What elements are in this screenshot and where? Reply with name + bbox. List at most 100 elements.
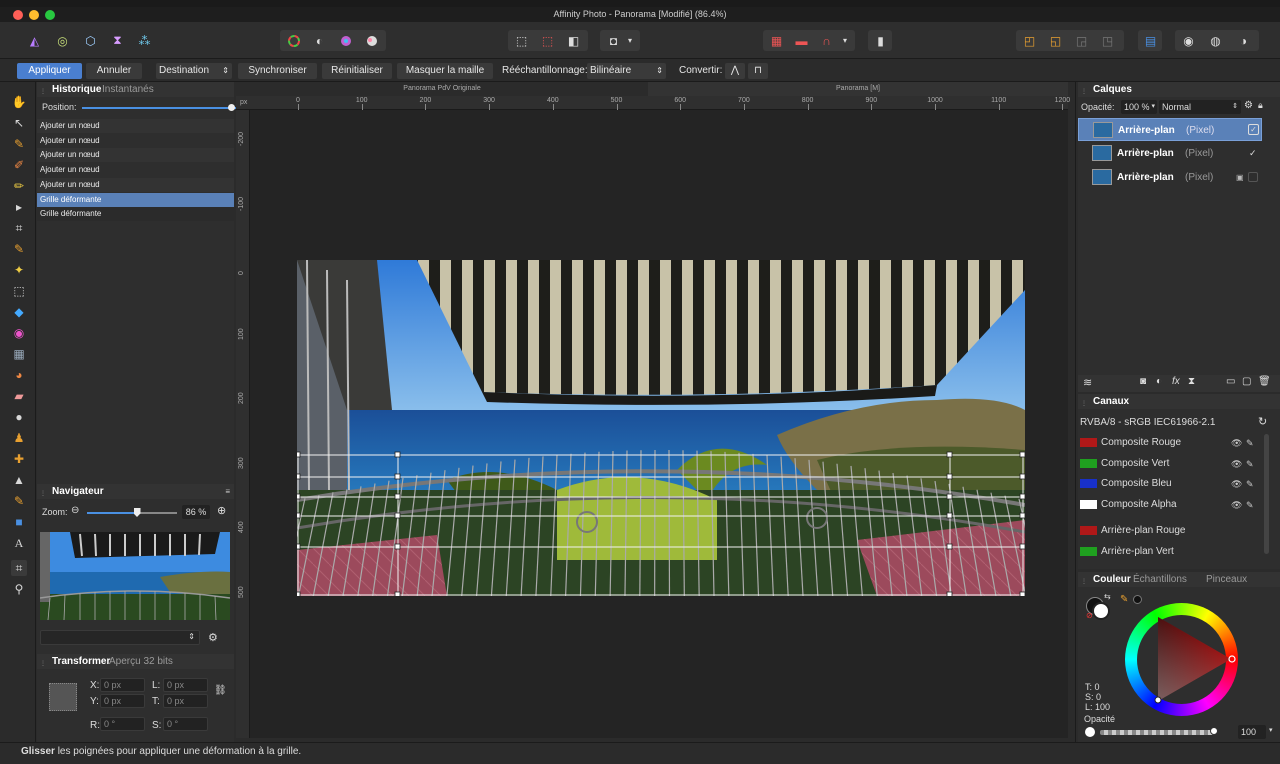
new-layer-icon[interactable]: ▢ bbox=[1242, 376, 1251, 387]
chevron-down-icon[interactable]: ▾ bbox=[839, 31, 851, 50]
history-item[interactable]: Ajouter un nœud bbox=[37, 148, 234, 162]
tab-brushes[interactable]: Pinceaux bbox=[1206, 572, 1247, 587]
selection-brush-tool-icon[interactable]: ✎ bbox=[11, 241, 27, 257]
color-picker-tool-icon[interactable]: ✎ bbox=[11, 136, 27, 152]
tab-snapshots[interactable]: Instantanés bbox=[102, 82, 154, 97]
text-tool-icon[interactable]: A bbox=[11, 535, 27, 551]
paint-brush-tool-icon[interactable]: ✐ bbox=[11, 157, 27, 173]
tab-history[interactable]: Historique bbox=[52, 82, 101, 97]
panorama-image[interactable] bbox=[297, 260, 1025, 596]
layer-visibility-checkbox[interactable] bbox=[1248, 172, 1258, 182]
color-wheel-icon[interactable] bbox=[283, 31, 304, 50]
export-persona-icon[interactable]: ⁂ bbox=[134, 31, 155, 50]
edit-channel-icon[interactable]: ✎ bbox=[1246, 434, 1254, 452]
zoom-blur-tool-icon[interactable]: ● bbox=[11, 409, 27, 425]
mesh-node-handle[interactable] bbox=[1019, 451, 1025, 458]
mesh-node-handle[interactable] bbox=[394, 512, 401, 519]
crop-tool-icon[interactable]: ⌗ bbox=[11, 220, 27, 236]
edit-channel-icon[interactable]: ✎ bbox=[1246, 455, 1254, 473]
move-tool-icon[interactable]: ↖ bbox=[11, 115, 27, 131]
rotation-field[interactable]: 0 ° bbox=[100, 717, 145, 731]
mesh-node-handle[interactable] bbox=[946, 493, 953, 500]
grid-icon[interactable]: ▦ bbox=[766, 31, 787, 50]
tab-modified-view[interactable]: Panorama [M] bbox=[648, 82, 1068, 96]
lock-icon[interactable]: 🔒︎ bbox=[1258, 100, 1263, 111]
convert-sharp-icon[interactable]: ⊓ bbox=[748, 63, 768, 79]
history-item[interactable]: Ajouter un nœud bbox=[37, 119, 234, 133]
tab-color[interactable]: Couleur bbox=[1093, 572, 1131, 587]
channel-row[interactable]: Composite Rouge 👁︎ ✎ bbox=[1080, 434, 1265, 452]
panel-menu-icon[interactable]: ≡ bbox=[225, 484, 230, 499]
levels-icon[interactable]: ◐ bbox=[309, 31, 330, 50]
layer-row[interactable]: Arrière-plan (Pixel) ✓ bbox=[1078, 142, 1262, 165]
photo-persona-icon[interactable]: ◭ bbox=[24, 31, 45, 50]
mesh-node-handle[interactable] bbox=[946, 591, 953, 596]
blend-mode-dropdown[interactable]: Normal ⇕ bbox=[1159, 100, 1241, 114]
refresh-icon[interactable]: ↻ bbox=[1258, 415, 1267, 428]
layer-row[interactable]: Arrière-plan (Pixel) ▣ bbox=[1078, 166, 1262, 189]
layer-visibility-checkbox[interactable]: ✓ bbox=[1249, 142, 1257, 165]
channel-row[interactable]: Arrière-plan Vert bbox=[1080, 543, 1265, 561]
no-fill-icon[interactable]: ⊘ bbox=[1086, 611, 1093, 620]
mesh-node-handle[interactable] bbox=[946, 473, 953, 480]
hourglass-icon[interactable]: ⧗ bbox=[1188, 376, 1195, 387]
mesh-node-handle[interactable] bbox=[946, 543, 953, 550]
lock-icon[interactable]: ▣ bbox=[1236, 166, 1244, 189]
gear-icon[interactable]: ⚙ bbox=[208, 631, 218, 644]
history-item-selected[interactable]: Grille déformante bbox=[37, 193, 234, 207]
mesh-node-handle[interactable] bbox=[1019, 493, 1025, 500]
navigator-view-dropdown[interactable]: ⇕ bbox=[40, 630, 200, 645]
mesh-node-handle[interactable] bbox=[394, 591, 401, 596]
navigator-preview[interactable] bbox=[40, 532, 230, 620]
marquee-tool-icon[interactable]: ⬚ bbox=[11, 283, 27, 299]
mesh-node-handle[interactable] bbox=[297, 591, 301, 596]
channel-row[interactable]: Arrière-plan Rouge bbox=[1080, 522, 1265, 540]
resampling-dropdown[interactable]: Bilinéaire ⇕ bbox=[587, 63, 666, 79]
white-balance-icon[interactable] bbox=[361, 31, 382, 50]
liquify-persona-icon[interactable]: ◎ bbox=[52, 31, 73, 50]
reset-button[interactable]: Réinitialiser bbox=[322, 63, 392, 79]
zoom-in-icon[interactable]: ⊕ bbox=[217, 504, 226, 517]
zoom-out-icon[interactable]: ⊖ bbox=[71, 505, 79, 516]
chevron-down-icon[interactable]: ▾ bbox=[1269, 726, 1273, 734]
zoom-window-button[interactable] bbox=[45, 10, 55, 20]
eraser-tool-icon[interactable]: ▰ bbox=[11, 388, 27, 404]
history-item[interactable]: Grille déformante bbox=[37, 207, 234, 221]
trash-icon[interactable]: 🗑︎ bbox=[1258, 376, 1271, 387]
pen-tool-icon[interactable]: ▸ bbox=[11, 199, 27, 215]
move-to-front-icon[interactable]: ◳ bbox=[1097, 31, 1118, 50]
history-position-slider[interactable] bbox=[82, 107, 242, 109]
opacity-field[interactable]: 100 % bbox=[1238, 725, 1266, 751]
cancel-button[interactable]: Annuler bbox=[86, 63, 142, 79]
mesh-node-handle[interactable] bbox=[297, 451, 301, 458]
mesh-node-handle[interactable] bbox=[1019, 473, 1025, 480]
live-filter-icon[interactable]: fx bbox=[1172, 376, 1180, 387]
mesh-node-handle[interactable] bbox=[394, 473, 401, 480]
synchronize-button[interactable]: Synchroniser bbox=[238, 63, 317, 79]
channel-row[interactable]: Composite Bleu 👁︎ ✎ bbox=[1080, 475, 1265, 493]
width-field[interactable]: 0 px bbox=[163, 678, 208, 692]
history-item[interactable]: Ajouter un nœud bbox=[37, 178, 234, 192]
eye-icon[interactable]: 👁︎ bbox=[1231, 475, 1242, 493]
move-forward-icon[interactable]: ◲ bbox=[1071, 31, 1092, 50]
mesh-node-handle[interactable] bbox=[394, 451, 401, 458]
dodge-tool-icon[interactable]: ◕ bbox=[11, 367, 27, 383]
add-shapes-icon[interactable]: ◉ bbox=[1178, 31, 1199, 50]
mesh-node-handle[interactable] bbox=[297, 543, 301, 550]
mesh-node-handle[interactable] bbox=[946, 451, 953, 458]
mask-layer-icon[interactable]: ◙ bbox=[1140, 376, 1146, 387]
mesh-node-handle[interactable] bbox=[297, 512, 301, 519]
hand-tool-icon[interactable]: ✋ bbox=[11, 94, 27, 110]
gradient-tool-icon[interactable]: ◉ bbox=[11, 325, 27, 341]
minimize-window-button[interactable] bbox=[29, 10, 39, 20]
layer-opacity-field[interactable]: 100 % ▾ bbox=[1121, 100, 1157, 114]
flood-fill-tool-icon[interactable]: ◆ bbox=[11, 304, 27, 320]
opacity-slider[interactable] bbox=[1100, 730, 1215, 735]
snapping-magnet-icon[interactable]: ∩ bbox=[816, 31, 837, 50]
folder-icon[interactable]: ▭ bbox=[1226, 376, 1235, 387]
mesh-node-handle[interactable] bbox=[1019, 543, 1025, 550]
ruler-icon[interactable]: ▬ bbox=[791, 31, 812, 50]
zoom-tool-icon[interactable]: ⚲ bbox=[11, 581, 27, 597]
move-back-icon[interactable]: ◱ bbox=[1045, 31, 1066, 50]
align-icon[interactable]: ▤ bbox=[1140, 31, 1161, 50]
